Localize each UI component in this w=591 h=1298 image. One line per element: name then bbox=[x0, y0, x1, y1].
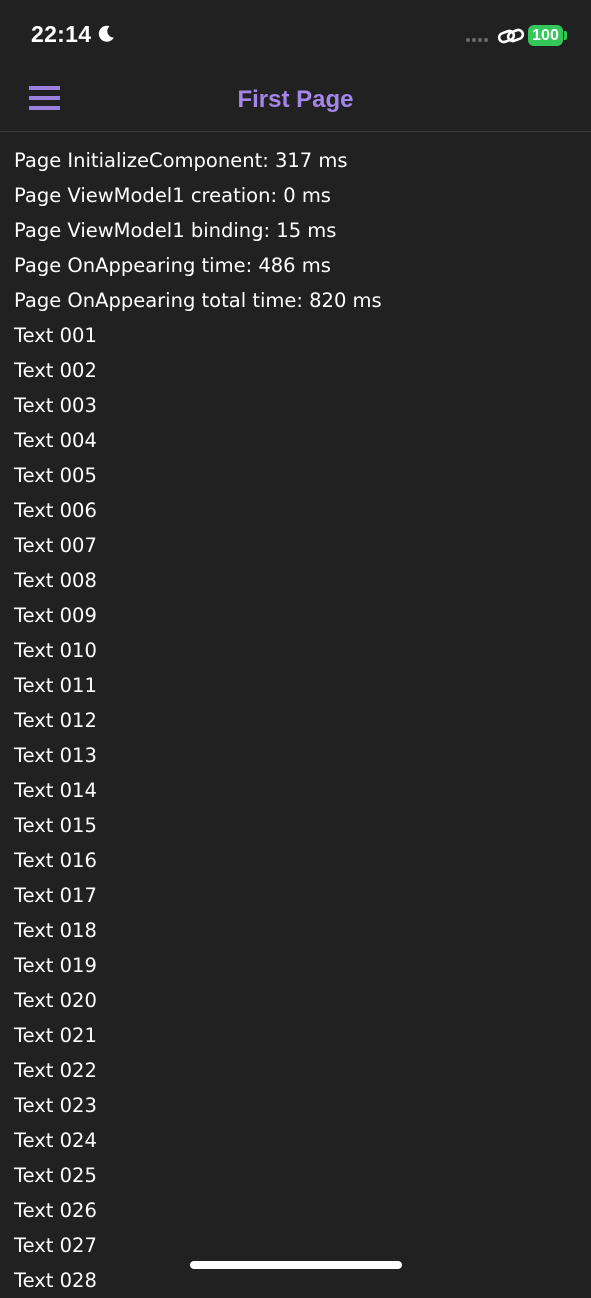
list-item: Text 016 bbox=[14, 849, 97, 872]
list-item: Text 001 bbox=[14, 324, 97, 347]
list-item: Text 022 bbox=[14, 1059, 97, 1082]
list-item: Text 023 bbox=[14, 1094, 97, 1117]
list-item: Text 006 bbox=[14, 499, 97, 522]
list-item: Text 027 bbox=[14, 1234, 97, 1257]
list-item: Text 009 bbox=[14, 604, 97, 627]
list-item: Text 024 bbox=[14, 1129, 97, 1152]
list-item: Text 014 bbox=[14, 779, 97, 802]
list-item: Text 012 bbox=[14, 709, 97, 732]
list-item: Text 019 bbox=[14, 954, 97, 977]
list-item: Text 008 bbox=[14, 569, 97, 592]
page-title: First Page bbox=[237, 86, 354, 113]
list-item: Text 005 bbox=[14, 464, 97, 487]
battery-indicator: 100 bbox=[528, 25, 563, 46]
list-item: Text 021 bbox=[14, 1024, 97, 1047]
battery-nub bbox=[564, 31, 567, 40]
list-item: Text 017 bbox=[14, 884, 97, 907]
list-item: Text 013 bbox=[14, 744, 97, 767]
home-indicator[interactable] bbox=[190, 1261, 402, 1269]
moon-icon bbox=[98, 25, 114, 42]
list-item: Text 007 bbox=[14, 534, 97, 557]
signal-icon bbox=[466, 38, 492, 44]
list-item: Text 003 bbox=[14, 394, 97, 417]
timing-onappearing-total: Page OnAppearing total time: 820 ms bbox=[14, 289, 382, 312]
list-item: Text 020 bbox=[14, 989, 97, 1012]
status-time: 22:14 bbox=[31, 21, 92, 47]
list-item: Text 026 bbox=[14, 1199, 97, 1222]
list-item: Text 002 bbox=[14, 359, 97, 382]
navigation-bar: First Page bbox=[0, 70, 591, 132]
list-item: Text 018 bbox=[14, 919, 97, 942]
timing-onappearing: Page OnAppearing time: 486 ms bbox=[14, 254, 331, 277]
timing-viewmodel-binding: Page ViewModel1 binding: 15 ms bbox=[14, 219, 337, 242]
list-item: Text 011 bbox=[14, 674, 97, 697]
timing-initialize-component: Page InitializeComponent: 317 ms bbox=[14, 149, 348, 172]
timing-viewmodel-creation: Page ViewModel1 creation: 0 ms bbox=[14, 184, 331, 207]
link-icon bbox=[497, 28, 525, 44]
list-item: Text 004 bbox=[14, 429, 97, 452]
list-item: Text 025 bbox=[14, 1164, 97, 1187]
content-list: Page InitializeComponent: 317 ms Page Vi… bbox=[14, 143, 584, 1298]
list-item: Text 010 bbox=[14, 639, 97, 662]
status-bar: 22:14 100 bbox=[0, 0, 591, 70]
list-item: Text 015 bbox=[14, 814, 97, 837]
